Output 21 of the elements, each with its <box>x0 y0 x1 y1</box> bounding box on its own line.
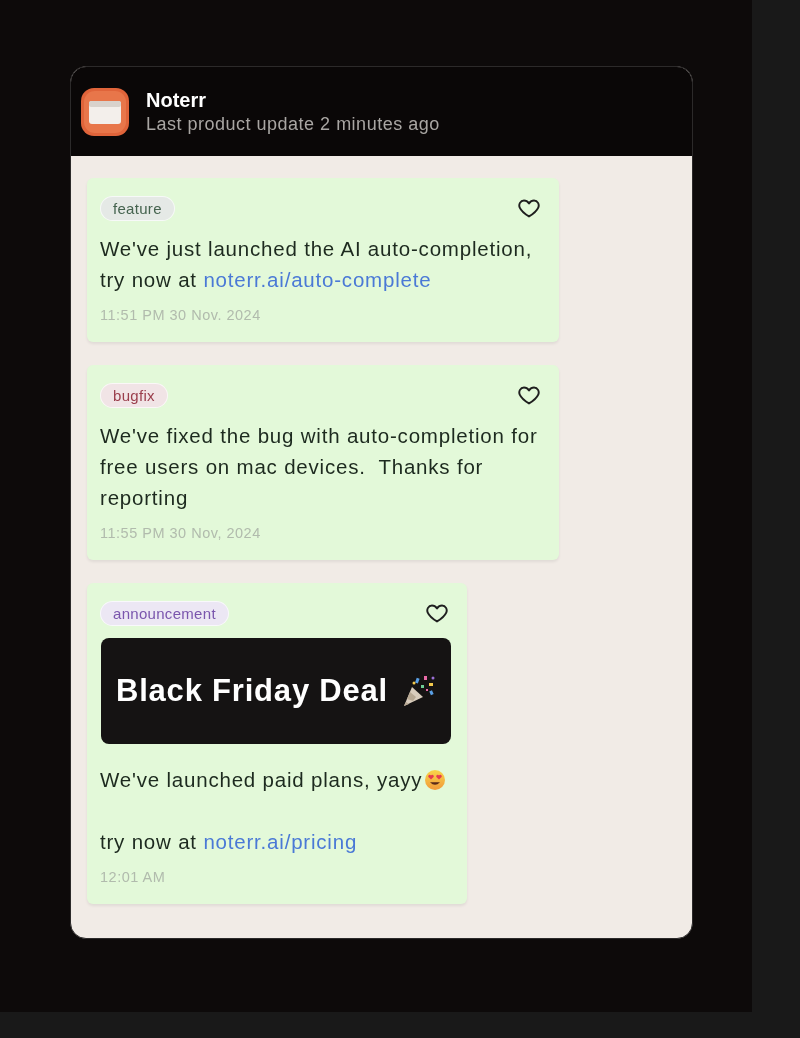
post-link[interactable]: noterr.ai/auto-complete <box>203 268 432 291</box>
post-link[interactable]: noterr.ai/pricing <box>203 830 358 853</box>
timestamp: 12:01 AM <box>100 869 167 886</box>
heart-icon[interactable] <box>518 199 540 218</box>
heart-icon[interactable] <box>426 604 448 623</box>
banner-title: Black Friday Deal <box>115 673 389 709</box>
heart-eyes-emoji-icon <box>425 769 446 790</box>
category-tag: bugfix <box>100 383 168 408</box>
party-popper-icon <box>402 675 437 707</box>
timestamp: 11:55 PM 30 Nov, 2024 <box>100 525 262 542</box>
post-text: We've fixed the bug with auto-completion for free users on mac devices. Thanks for reporting <box>100 423 539 511</box>
category-tag: announcement <box>100 601 229 626</box>
heart-icon[interactable] <box>518 386 540 405</box>
post-text: We've just launched the AI auto-completion, try now at noterr.ai/auto-complete <box>100 236 534 293</box>
post-text: try now at noterr.ai/pricing <box>100 829 359 855</box>
timestamp: 11:51 PM 30 Nov. 2024 <box>100 307 262 324</box>
post-text: We've launched paid plans, yayy <box>100 767 423 793</box>
app-name: Noterr <box>146 87 207 112</box>
last-update-text: Last product update 2 minutes ago <box>146 112 440 136</box>
app-logo-icon <box>81 87 129 136</box>
category-tag: feature <box>100 196 175 221</box>
